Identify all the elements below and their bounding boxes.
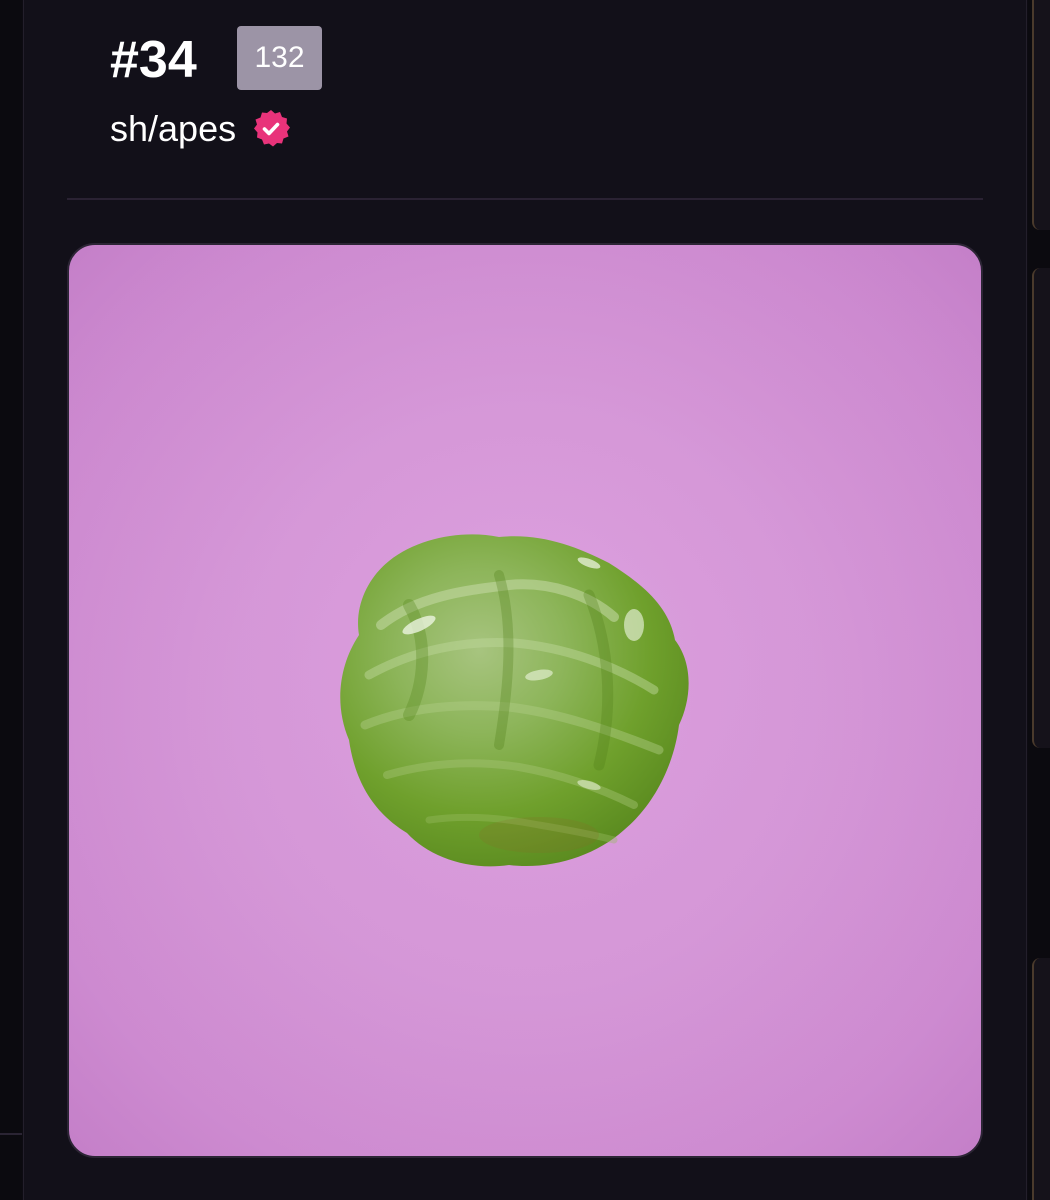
adjacent-card-edge[interactable] (1032, 268, 1050, 748)
adjacent-card-edge[interactable] (1032, 0, 1050, 230)
left-panel-edge (0, 0, 22, 1200)
verified-badge-icon (250, 108, 292, 150)
adjacent-card-edge[interactable] (1032, 958, 1050, 1200)
artwork-image[interactable] (67, 243, 983, 1158)
green-blob-artwork (69, 245, 981, 1156)
collection-link[interactable]: sh/apes (110, 106, 292, 152)
item-title: #34 (110, 31, 197, 89)
collection-name[interactable]: sh/apes (110, 106, 236, 152)
left-panel-divider (0, 1133, 22, 1135)
header-divider (67, 198, 983, 200)
count-badge: 132 (237, 26, 322, 90)
